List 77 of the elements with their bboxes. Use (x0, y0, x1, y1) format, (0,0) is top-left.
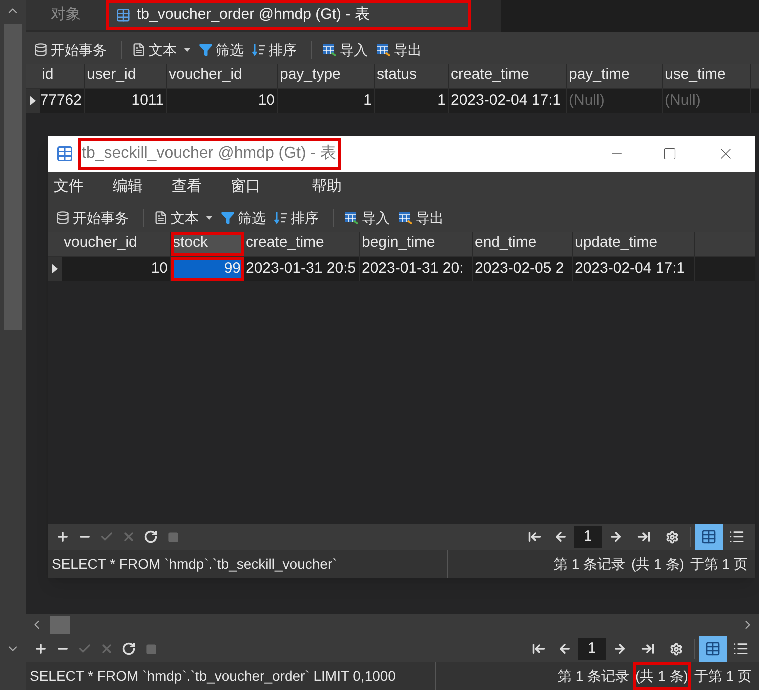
menu-item[interactable]: 文件 (48, 176, 107, 198)
document-icon (132, 43, 146, 57)
scrollbar-thumb[interactable] (4, 24, 22, 330)
page-field[interactable]: 1 (574, 526, 602, 548)
toolbar-button[interactable]: 筛选 (197, 40, 246, 60)
sort-icon (252, 43, 266, 57)
list-icon (733, 641, 749, 657)
sql-text: SELECT * FROM `hmdp`.`tb_voucher_order` LIMIT 0,1000 (26, 662, 436, 690)
check-icon (100, 530, 114, 544)
toolbar-button[interactable]: 开始事务 (32, 40, 109, 60)
toolbar-button[interactable]: 文本 (130, 40, 193, 60)
record-info-text: (共 1 条) (630, 554, 686, 574)
square-icon (168, 532, 178, 542)
menu-item[interactable]: 帮助 (302, 176, 352, 198)
database-icon (34, 43, 48, 57)
toolbar-button[interactable]: 排序 (272, 208, 321, 228)
table-export-icon (376, 43, 391, 57)
record-info-text: 于第 1 页 (689, 554, 749, 574)
list-icon (729, 529, 745, 545)
close-icon (100, 642, 114, 656)
caret-icon (206, 216, 213, 220)
row-pointer-icon (52, 264, 58, 274)
page-field[interactable]: 1 (578, 638, 606, 660)
menu-item[interactable]: 查看 (166, 176, 225, 198)
record-info-text: 第 1 条记录 (552, 554, 627, 574)
add-icon (34, 642, 48, 656)
toolbar-button[interactable]: 导入 (342, 208, 392, 228)
grid-view-button[interactable] (699, 636, 727, 662)
database-icon (56, 211, 70, 225)
settings-icon (666, 530, 678, 544)
window-title: tb_seckill_voucher @hmdp (Gt) - 表 (78, 138, 341, 170)
document-icon (154, 211, 168, 225)
first-page-icon (528, 530, 542, 544)
toolbar-button[interactable]: 文本 (152, 208, 215, 228)
record-info-text: (共 1 条) (632, 662, 692, 690)
record-info-text: 于第 1 页 (693, 666, 753, 686)
filter-icon (199, 43, 213, 57)
toolbar-button[interactable]: 导入 (320, 40, 370, 60)
tab[interactable]: tb_voucher_order @hmdp (Gt) - 表 (106, 0, 471, 30)
toolbar-button[interactable]: 导出 (396, 208, 446, 228)
grid-icon (701, 529, 717, 545)
check-icon (78, 642, 92, 656)
record-info-text: 第 1 条记录 (556, 666, 631, 686)
table-icon (56, 145, 74, 163)
sql-text: SELECT * FROM `hmdp`.`tb_seckill_voucher` (48, 550, 448, 578)
add-icon (56, 530, 70, 544)
menu-item[interactable]: 编辑 (107, 176, 166, 198)
settings-icon (670, 642, 682, 656)
table-import-icon (344, 211, 359, 225)
toolbar-button[interactable]: 开始事务 (54, 208, 131, 228)
grid-view-button[interactable] (695, 524, 723, 550)
toolbar-button[interactable]: 排序 (250, 40, 299, 60)
sort-icon (274, 211, 288, 225)
toolbar-button[interactable]: 筛选 (219, 208, 268, 228)
right-arrow-icon (613, 642, 627, 656)
grid-icon (705, 641, 721, 657)
scrollbar-thumb[interactable] (50, 616, 70, 634)
refresh-icon (122, 642, 136, 656)
right-arrow-icon (609, 530, 623, 544)
square-icon (146, 644, 156, 654)
table-icon (116, 8, 131, 22)
first-page-icon (532, 642, 546, 656)
maximize-icon[interactable] (663, 147, 677, 161)
table-export-icon (398, 211, 413, 225)
caret-icon (184, 48, 191, 52)
last-page-icon (641, 642, 655, 656)
table-cell[interactable]: 99 (171, 257, 244, 281)
table-import-icon (322, 43, 337, 57)
row-pointer-icon (30, 96, 36, 106)
last-page-icon (637, 530, 651, 544)
close-icon (122, 530, 136, 544)
filter-icon (221, 211, 235, 225)
tab[interactable]: 对象 (26, 0, 106, 30)
refresh-icon (144, 530, 158, 544)
column-header[interactable]: stock (171, 232, 244, 256)
toolbar-button[interactable]: 导出 (374, 40, 424, 60)
menu-item[interactable]: 窗口 (225, 176, 284, 198)
